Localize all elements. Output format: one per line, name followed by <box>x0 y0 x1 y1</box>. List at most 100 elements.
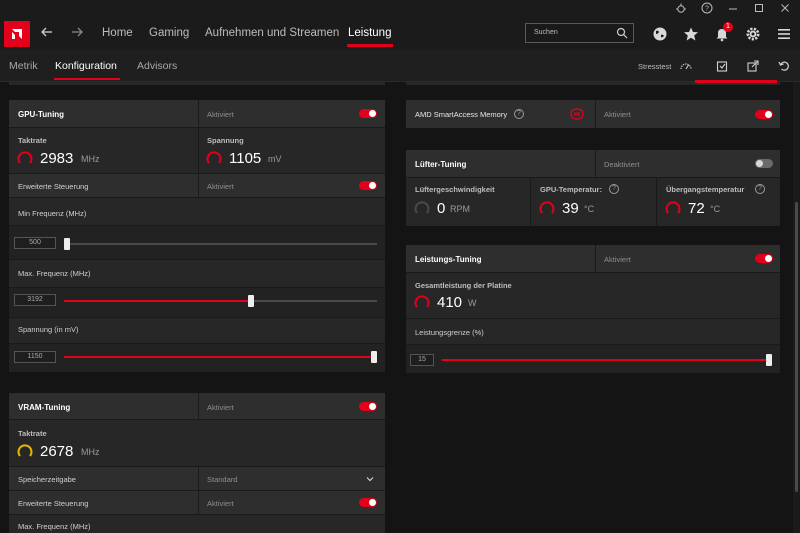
gpu-tuning-title: GPU-Tuning <box>18 110 65 119</box>
fan-speed-gauge-icon <box>414 201 430 214</box>
power-tuning-panel: Leistungs-Tuning Aktiviert Gesamtleistun… <box>406 245 780 373</box>
menu-icon[interactable] <box>776 26 792 42</box>
power-tuning-title: Leistungs-Tuning <box>415 255 482 264</box>
search-icon <box>616 27 628 47</box>
tab-active-underline <box>54 78 120 80</box>
smart-access-memory-panel: AMD SmartAccess Memory ? Aktiviert <box>406 100 780 128</box>
voltage-slider-label: Spannung (in mV) <box>18 325 79 334</box>
vram-advanced-control-status: Aktiviert <box>207 499 234 508</box>
power-limit-slider-thumb[interactable] <box>766 354 772 366</box>
search-placeholder: Suchen <box>534 29 558 36</box>
gear-icon[interactable] <box>745 26 761 42</box>
import-icon[interactable] <box>746 59 760 73</box>
gpu-temperature-unit: °C <box>584 204 595 214</box>
fan-speed-label: Lüftergeschwindigkeit <box>415 185 495 194</box>
forward-arrow-icon[interactable] <box>70 25 84 42</box>
gpu-temperature-value: 39 <box>562 200 579 217</box>
max-frequency-slider-thumb[interactable] <box>248 295 254 307</box>
board-power-value: 410 <box>437 294 463 311</box>
tab-configuration[interactable]: Konfiguration <box>55 60 117 72</box>
star-icon[interactable] <box>683 26 699 42</box>
gpu-voltage-label: Spannung <box>207 136 244 145</box>
globe-icon[interactable] <box>652 26 668 42</box>
board-power-gauge-icon <box>414 295 430 308</box>
gpu-voltage-value: 1105 <box>229 150 262 167</box>
stress-gauge-icon[interactable] <box>679 59 693 73</box>
help-icon[interactable]: ? <box>699 2 715 16</box>
fan-tuning-status: Deaktiviert <box>604 160 640 169</box>
fan-tuning-toggle[interactable] <box>755 159 773 168</box>
power-tuning-toggle[interactable] <box>755 254 773 263</box>
memory-timing-dropdown[interactable]: Standard <box>207 475 237 484</box>
max-frequency-input[interactable]: 3192 <box>14 294 56 306</box>
nav-record-stream[interactable]: Aufnehmen und Streamen <box>205 27 339 39</box>
gpu-tuning-status: Aktiviert <box>207 110 234 119</box>
gpu-voltage-gauge-icon <box>206 151 222 164</box>
power-limit-slider[interactable] <box>442 354 772 366</box>
stress-test-label[interactable]: Stresstest <box>638 62 671 71</box>
gpu-temperature-info-icon[interactable]: ? <box>609 184 619 194</box>
vram-max-frequency-label: Max. Frequenz (MHz) <box>18 522 91 531</box>
vram-tuning-panel: VRAM-Tuning Aktiviert Taktrate 2678 MHz … <box>9 393 385 533</box>
board-power-label: Gesamtleistung der Platine <box>415 281 512 290</box>
max-frequency-slider-fill <box>64 300 251 302</box>
voltage-slider[interactable] <box>64 351 377 363</box>
min-frequency-slider-thumb[interactable] <box>64 238 70 250</box>
vram-advanced-control-toggle[interactable] <box>359 498 377 507</box>
gpu-temperature-gauge-icon <box>539 201 555 214</box>
junction-temperature-value: 72 <box>688 200 705 217</box>
maximize-icon[interactable] <box>751 2 767 16</box>
smart-access-memory-toggle[interactable] <box>755 110 773 119</box>
power-limit-input[interactable]: 15 <box>410 354 434 366</box>
bug-icon[interactable] <box>673 2 689 16</box>
gpu-tuning-toggle[interactable] <box>359 109 377 118</box>
minimize-icon[interactable] <box>725 2 741 16</box>
voltage-slider-fill <box>64 356 374 358</box>
nav-active-underline <box>347 44 393 47</box>
vram-tuning-status: Aktiviert <box>207 403 234 412</box>
amd-logo-icon[interactable] <box>4 21 30 47</box>
back-arrow-icon[interactable] <box>40 25 54 42</box>
min-frequency-input[interactable]: 500 <box>14 237 56 249</box>
voltage-slider-thumb[interactable] <box>371 351 377 363</box>
memory-timing-label: Speicherzeitgabe <box>18 475 76 484</box>
partial-red-bar <box>695 80 777 83</box>
fan-speed-value: 0 <box>437 200 446 217</box>
vram-clock-label: Taktrate <box>18 429 47 438</box>
search-input[interactable]: Suchen <box>525 23 634 43</box>
tab-advisors[interactable]: Advisors <box>137 60 177 72</box>
gpu-clock-value: 2983 <box>40 150 74 167</box>
export-icon[interactable] <box>715 59 729 73</box>
partial-panel-above <box>9 82 385 85</box>
gpu-temperature-label: GPU-Temperatur: <box>540 185 602 194</box>
junction-temperature-info-icon[interactable]: ? <box>755 184 765 194</box>
reset-icon[interactable] <box>777 59 791 73</box>
vram-tuning-toggle[interactable] <box>359 402 377 411</box>
nav-gaming[interactable]: Gaming <box>149 27 189 39</box>
chevron-down-icon[interactable] <box>365 474 375 486</box>
voltage-input[interactable]: 1150 <box>14 351 56 363</box>
max-frequency-slider[interactable] <box>64 295 377 307</box>
close-icon[interactable] <box>777 2 793 16</box>
gpu-advanced-control-status: Aktiviert <box>207 182 234 191</box>
scrollbar-thumb[interactable] <box>795 202 798 492</box>
vram-tuning-title: VRAM-Tuning <box>18 403 71 412</box>
board-power-unit: W <box>468 298 477 308</box>
vram-clock-unit: MHz <box>81 447 100 457</box>
min-frequency-slider[interactable] <box>64 238 377 250</box>
fan-tuning-title: Lüfter-Tuning <box>415 160 467 169</box>
junction-temperature-gauge-icon <box>665 201 681 214</box>
vram-clock-gauge-icon <box>17 444 33 457</box>
gpu-advanced-control-toggle[interactable] <box>359 181 377 190</box>
top-navigation: Home Gaming Aufnehmen und Streamen Leist… <box>0 19 800 50</box>
nav-performance[interactable]: Leistung <box>348 27 391 39</box>
gpu-voltage-unit: mV <box>268 154 282 164</box>
gpu-advanced-control-label: Erweiterte Steuerung <box>18 182 89 191</box>
scrollbar[interactable] <box>793 82 800 533</box>
fan-tuning-panel: Lüfter-Tuning Deaktiviert Lüftergeschwin… <box>406 150 780 226</box>
gpu-tuning-panel: GPU-Tuning Aktiviert Taktrate 2983 MHz S… <box>9 100 385 372</box>
info-icon[interactable]: ? <box>514 109 524 119</box>
vram-clock-value: 2678 <box>40 443 74 460</box>
nav-home[interactable]: Home <box>102 27 133 39</box>
tab-metrics[interactable]: Metrik <box>9 60 38 72</box>
